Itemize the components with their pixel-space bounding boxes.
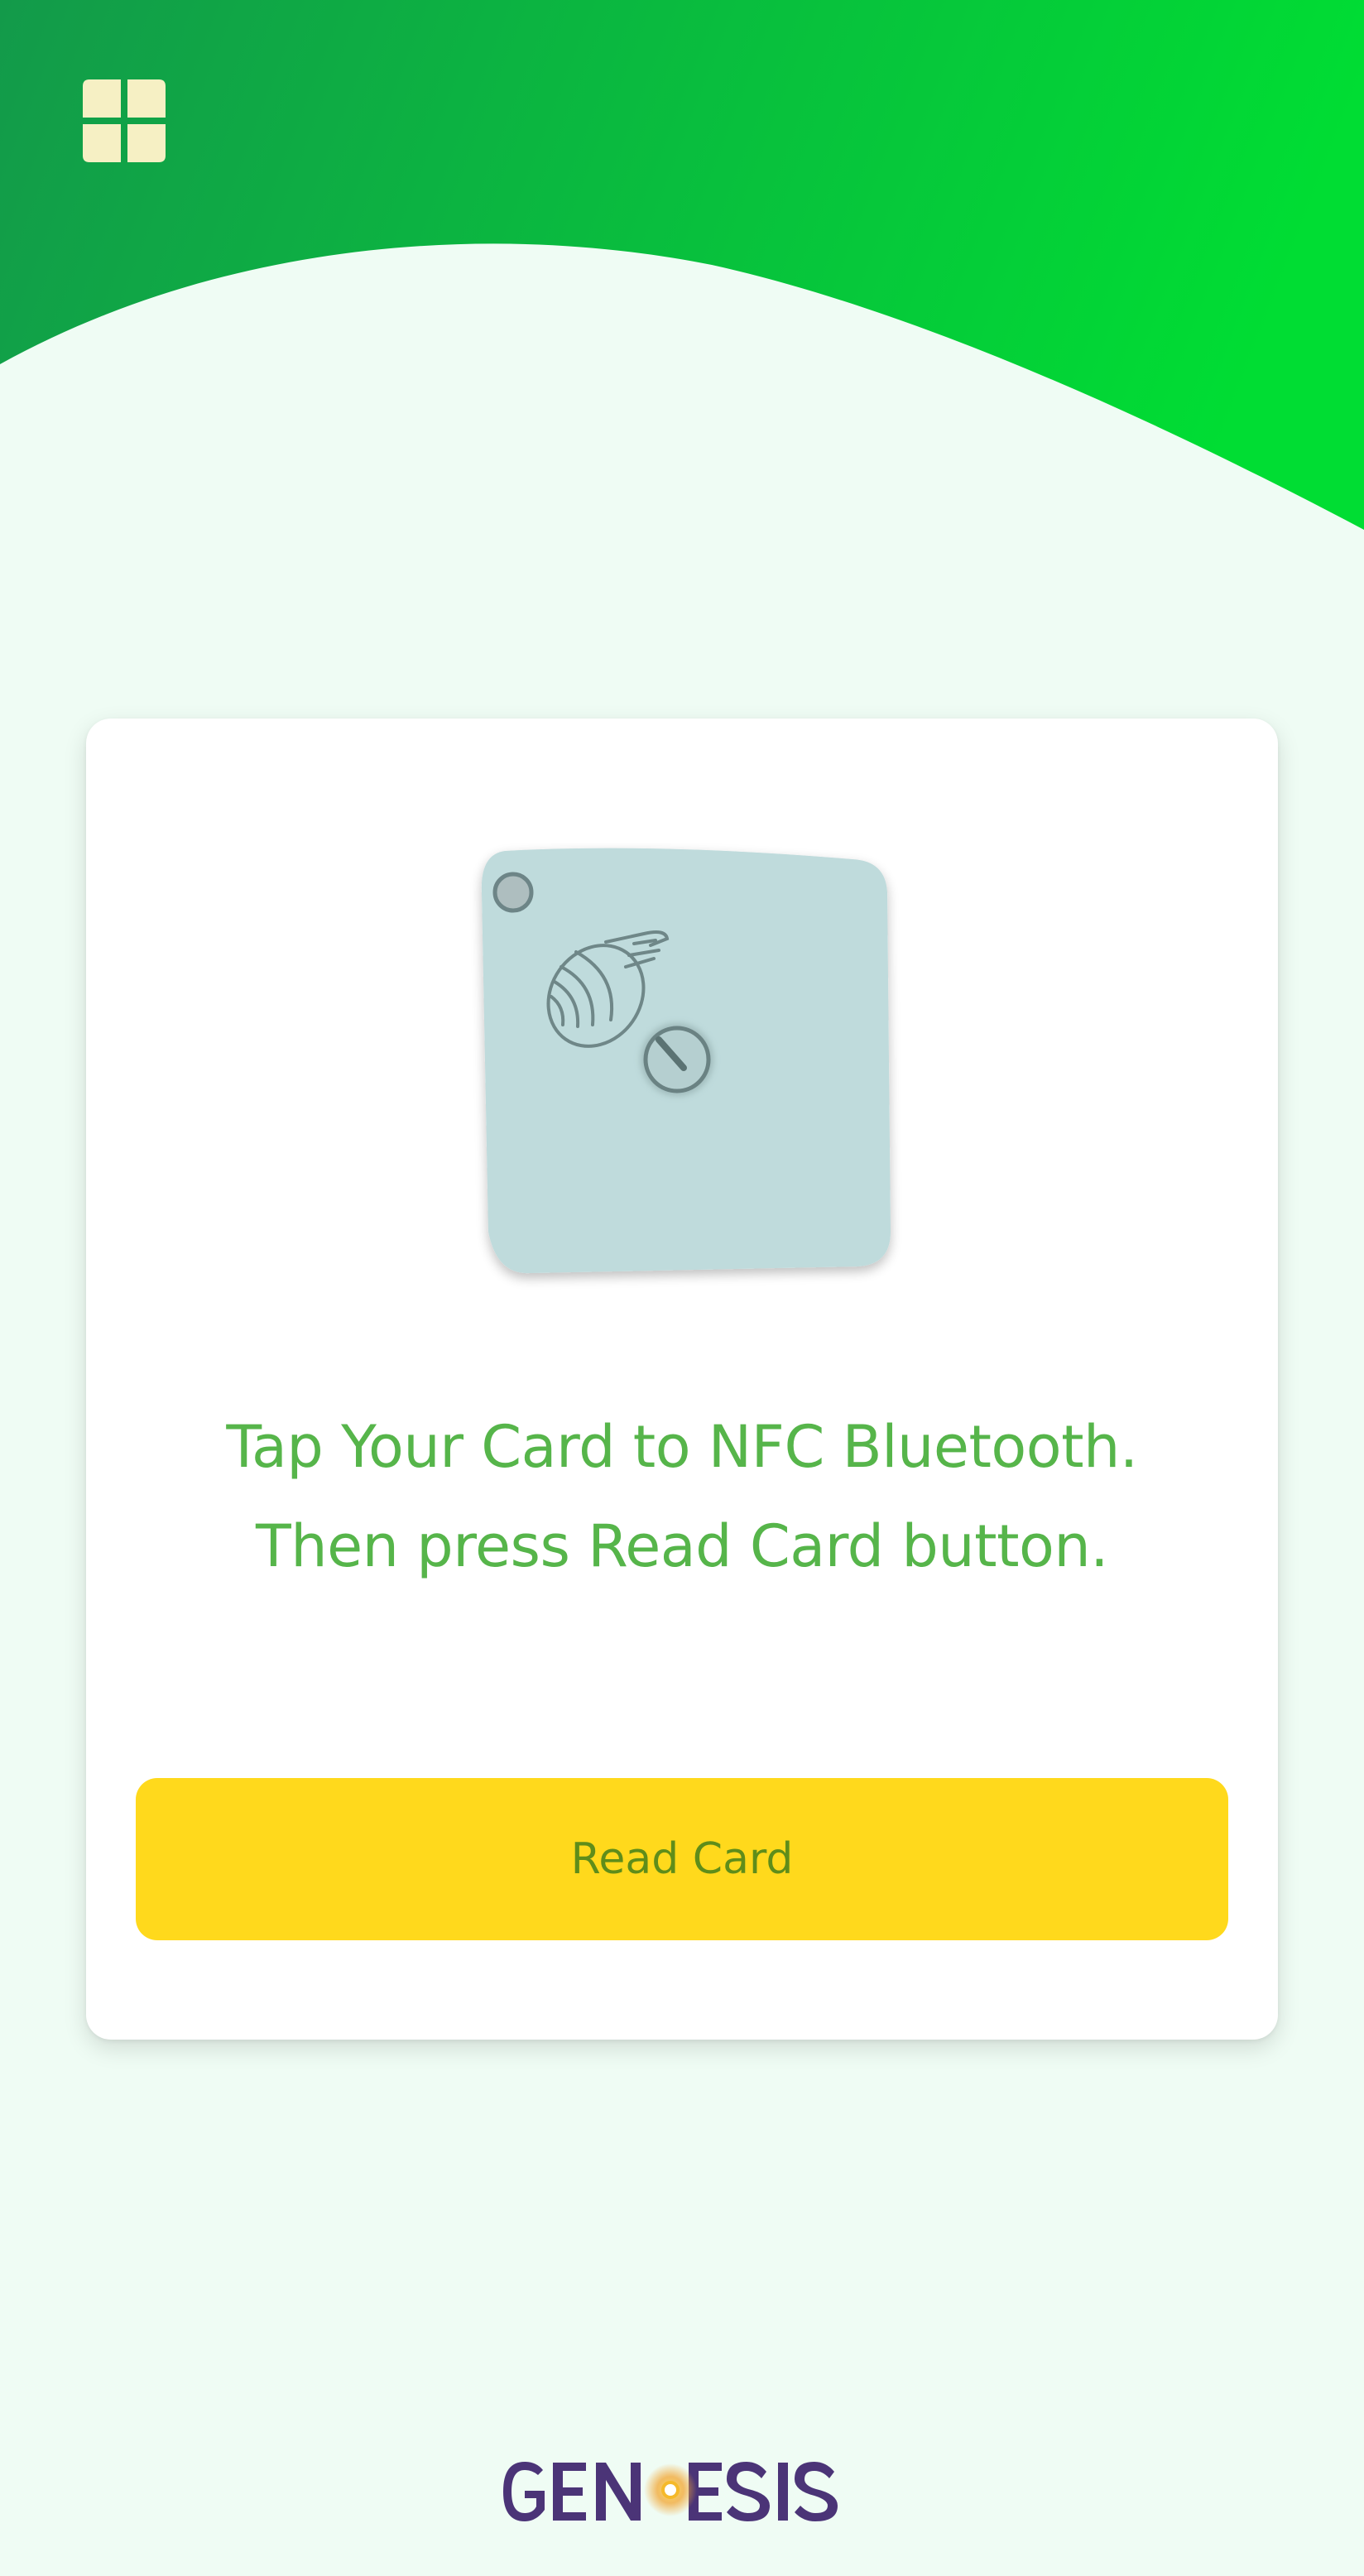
genesis-logo bbox=[497, 2450, 867, 2533]
instructions-text: Tap Your Card to NFC Bluetooth. Then pre… bbox=[119, 1397, 1245, 1596]
instruction-line-2: Then press Read Card button. bbox=[255, 1512, 1109, 1580]
header-wave bbox=[0, 0, 1364, 530]
read-card-panel: Tap Your Card to NFC Bluetooth. Then pre… bbox=[86, 718, 1278, 2040]
read-card-screen: Tap Your Card to NFC Bluetooth. Then pre… bbox=[0, 0, 1364, 2576]
read-card-button[interactable]: Read Card bbox=[136, 1778, 1228, 1940]
grid-menu-icon bbox=[83, 79, 166, 162]
genesis-logo-icon bbox=[503, 2462, 838, 2521]
instruction-line-1: Tap Your Card to NFC Bluetooth. bbox=[226, 1413, 1138, 1481]
device-illustration bbox=[463, 843, 910, 1290]
nfc-bluetooth-reader-icon bbox=[481, 848, 891, 1274]
menu-button[interactable] bbox=[83, 79, 172, 169]
